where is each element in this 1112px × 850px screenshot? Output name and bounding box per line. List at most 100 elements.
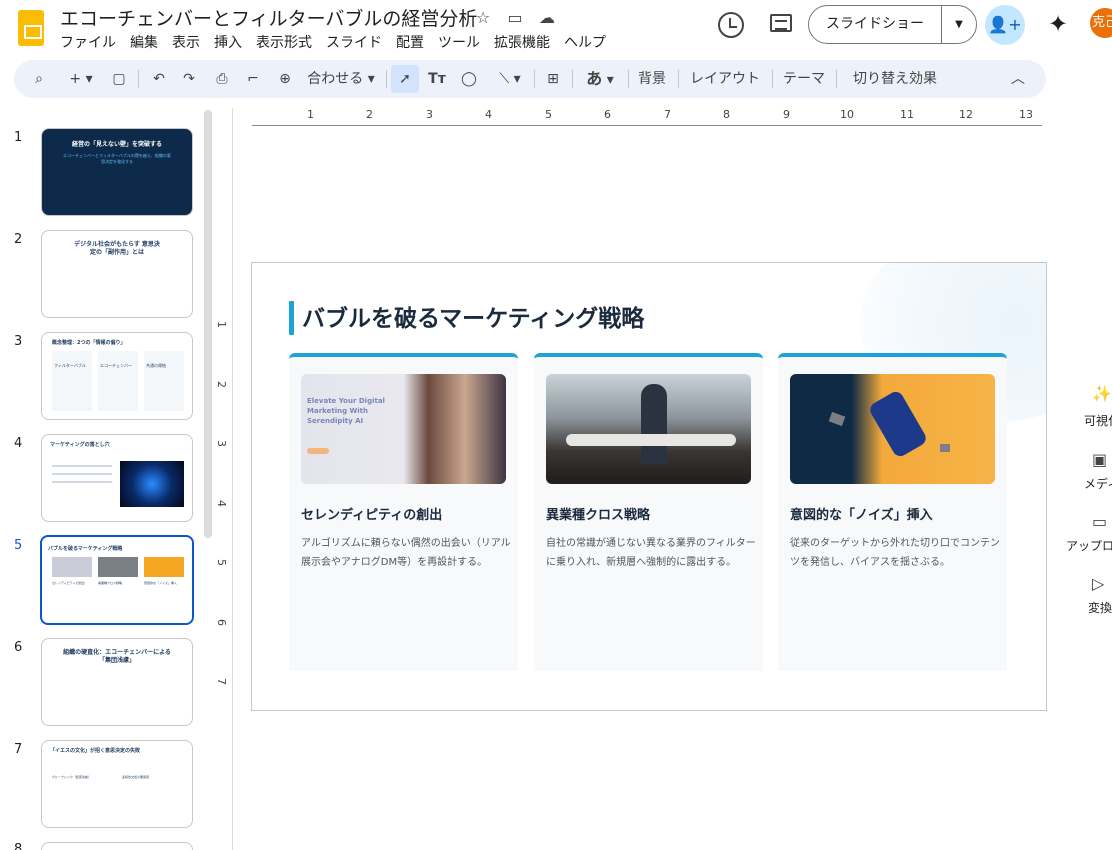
toolbar: ⌕ + ▾ ▢ ↶ ↷ ⎙ ⌐ ⊕ 合わせる ▾ ➚ Tт ◯ ⟍ ▾ ⊞ あ … [14, 60, 1046, 98]
slideshow-button[interactable]: スライドショー ▼ [808, 5, 977, 44]
title-accent-bar [289, 301, 294, 335]
slide-thumbnail-5-selected[interactable]: バブルを破るマーケティング戦略 セレンディピティの創出 異業種クロス戦略 意図的… [40, 535, 194, 625]
sparkle-icon[interactable]: ✨ [1092, 384, 1112, 403]
slide-title[interactable]: バブルを破るマーケティング戦略 [302, 299, 644, 333]
print-icon[interactable]: ⎙ [211, 68, 233, 90]
transition-button[interactable]: 切り替え効果 [850, 68, 940, 90]
chevron-down-icon[interactable]: ▼ [942, 19, 976, 30]
slide-thumbnail-6[interactable]: 組織の硬直化：エコーチェンバーによる「集団浅慮」 [41, 638, 193, 726]
slides-logo-icon[interactable] [18, 10, 44, 46]
slide-thumbnail-8[interactable] [41, 842, 193, 850]
slide-thumbnail-4[interactable]: マーケティングの落とし穴 [41, 434, 193, 522]
line-icon[interactable]: ⟍ ▾ [492, 68, 528, 90]
thumb-title: 概念整理：2つの「情報の偏り」 [52, 340, 126, 346]
shape-icon[interactable]: ◯ [458, 68, 480, 90]
card-heading: 異業種クロス戦略 [546, 508, 651, 523]
share-button[interactable]: 👤+ [985, 5, 1025, 45]
thumb-col: グループシンク（集団浅慮） [52, 775, 91, 779]
zoom-icon[interactable]: ⊕ [274, 68, 296, 90]
upload-label[interactable]: アップロード [1066, 537, 1112, 554]
menu-tools[interactable]: ツール [438, 32, 480, 52]
version-history-icon[interactable] [718, 12, 744, 38]
thumb-subtitle: エコーチェンバーとフィルターバブルの罠を越え、組織の意思決定を強化する [63, 153, 171, 164]
strategy-card[interactable]: Elevate Your Digital Marketing With Sere… [289, 353, 518, 671]
media-icon[interactable]: ▣ [1092, 450, 1107, 469]
menu-slide[interactable]: スライド [326, 32, 382, 52]
comments-icon[interactable] [770, 14, 792, 32]
slide-number: 3 [14, 334, 23, 349]
slide-canvas[interactable]: バブルを破るマーケティング戦略 Elevate Your Digital Mar… [251, 262, 1047, 711]
card-heading: 意図的な「ノイズ」挿入 [790, 508, 933, 523]
input-tools-select[interactable]: あ ▾ [580, 68, 620, 90]
thumb-title: バブルを破るマーケティング戦略 [48, 546, 123, 552]
redo-icon[interactable]: ↷ [178, 68, 200, 90]
menu-view[interactable]: 表示 [172, 32, 200, 52]
paint-format-icon[interactable]: ⌐ [242, 68, 264, 90]
strategy-card[interactable]: 異業種クロス戦略 自社の常識が通じない異なる業界のフィルターに乗り入れ、新規層へ… [534, 353, 763, 671]
thumb-col: 異業種クロス戦略 [98, 581, 123, 585]
zoom-label: 合わせる [307, 71, 364, 87]
strategy-card[interactable]: 意図的な「ノイズ」挿入 従来のターゲットから外れた切り口でコンテンツを発信し、バ… [778, 353, 1007, 671]
convert-label[interactable]: 変換 [1088, 599, 1112, 616]
slide-thumbnail-2[interactable]: デジタル社会がもたらす 意思決定の「副作用」とは [41, 230, 193, 318]
horizontal-ruler[interactable]: 1 2 3 4 5 6 7 8 9 10 11 12 13 [234, 108, 1044, 126]
filmstrip-scrollbar[interactable] [204, 110, 212, 538]
gemini-icon[interactable]: ✦ [1044, 10, 1072, 38]
star-icon[interactable]: ☆ [472, 8, 494, 30]
menu-extensions[interactable]: 拡張機能 [494, 32, 550, 52]
move-folder-icon[interactable]: ▭ [504, 8, 526, 30]
menu-arrange[interactable]: 配置 [396, 32, 424, 52]
zoom-select[interactable]: 合わせる ▾ [306, 68, 376, 90]
new-slide-button[interactable]: + ▾ [64, 68, 98, 90]
avatar[interactable]: 克己 [1090, 8, 1112, 38]
slideshow-label[interactable]: スライドショー [809, 6, 942, 43]
select-cursor-icon[interactable]: ➚ [391, 65, 419, 93]
folder-icon[interactable]: ▭ [1092, 512, 1107, 531]
document-title[interactable]: エコーチェンバーとフィルターバブルの経営分析 [60, 4, 477, 31]
slide-number: 8 [14, 842, 23, 850]
layout-button[interactable]: レイアウト [688, 68, 762, 90]
thumb-image [120, 461, 184, 507]
menu-help[interactable]: ヘルプ [564, 32, 606, 52]
slide-number: 4 [14, 436, 23, 451]
slide-thumbnail-7[interactable]: 「イエスの文化」が招く意思決定の失敗 グループシンク（集団浅慮） 多様性欠如の悪… [41, 740, 193, 828]
text-box-icon[interactable]: Tт [426, 68, 448, 90]
thumb-title: 「イエスの文化」が招く意思決定の失敗 [50, 748, 140, 754]
collapse-toolbar-icon[interactable]: ︿ [1008, 68, 1028, 90]
slide-thumbnail-3[interactable]: 概念整理：2つの「情報の偏り」 フィルターバブル エコーチェンバー 共通の帰結 [41, 332, 193, 420]
thumb-col: 意図的な「ノイズ」挿入 [144, 581, 177, 585]
background-button[interactable]: 背景 [636, 68, 668, 90]
thumb-title: 組織の硬直化：エコーチェンバーによる「集団浅慮」 [63, 649, 171, 664]
menu-edit[interactable]: 編集 [130, 32, 158, 52]
slide-number: 1 [14, 130, 23, 145]
thumb-col: エコーチェンバー [98, 351, 138, 411]
comment-add-icon[interactable]: ⊞ [542, 68, 564, 90]
visualize-label[interactable]: 可視化 [1084, 412, 1112, 429]
convert-icon[interactable]: ▷ [1092, 574, 1104, 593]
card-body: 従来のターゲットから外れた切り口でコンテンツを発信し、バイアスを揺さぶる。 [790, 538, 1000, 568]
slide-number: 2 [14, 232, 23, 247]
thumb-col: 多様性欠如の悪循環 [122, 775, 150, 779]
thumb-col: フィルターバブル [52, 351, 92, 411]
search-icon[interactable]: ⌕ [28, 68, 50, 90]
slides-app: エコーチェンバーとフィルターバブルの経営分析 ☆ ▭ ☁ ファイル 編集 表示 … [0, 0, 1112, 850]
card-image: Elevate Your Digital Marketing With Sere… [301, 374, 506, 484]
card-body: アルゴリズムに頼らない偶然の出会い（リアル展示会やアナログDM等）を再設計する。 [301, 538, 511, 568]
menu-format[interactable]: 表示形式 [256, 32, 312, 52]
menu-file[interactable]: ファイル [60, 32, 116, 52]
slide-thumbnail-1[interactable]: 経営の「見えない壁」を突破する エコーチェンバーとフィルターバブルの罠を越え、組… [41, 128, 193, 216]
new-slide-layout-icon[interactable]: ▢ [108, 68, 130, 90]
slide-number: 5 [14, 538, 23, 553]
thumb-title: デジタル社会がもたらす 意思決定の「副作用」とは [74, 241, 160, 256]
card-image [790, 374, 995, 484]
thumb-title: マーケティングの落とし穴 [50, 442, 110, 448]
undo-icon[interactable]: ↶ [148, 68, 170, 90]
vertical-ruler[interactable]: 1 2 3 4 5 6 7 [214, 262, 232, 712]
theme-button[interactable]: テーマ [782, 68, 826, 90]
media-label[interactable]: メディア [1084, 475, 1112, 492]
menu-insert[interactable]: 挿入 [214, 32, 242, 52]
card-image [546, 374, 751, 484]
cloud-saved-icon[interactable]: ☁ [536, 8, 558, 30]
thumb-col: 共通の帰結 [144, 351, 184, 411]
card-heading: セレンディピティの創出 [301, 508, 443, 523]
